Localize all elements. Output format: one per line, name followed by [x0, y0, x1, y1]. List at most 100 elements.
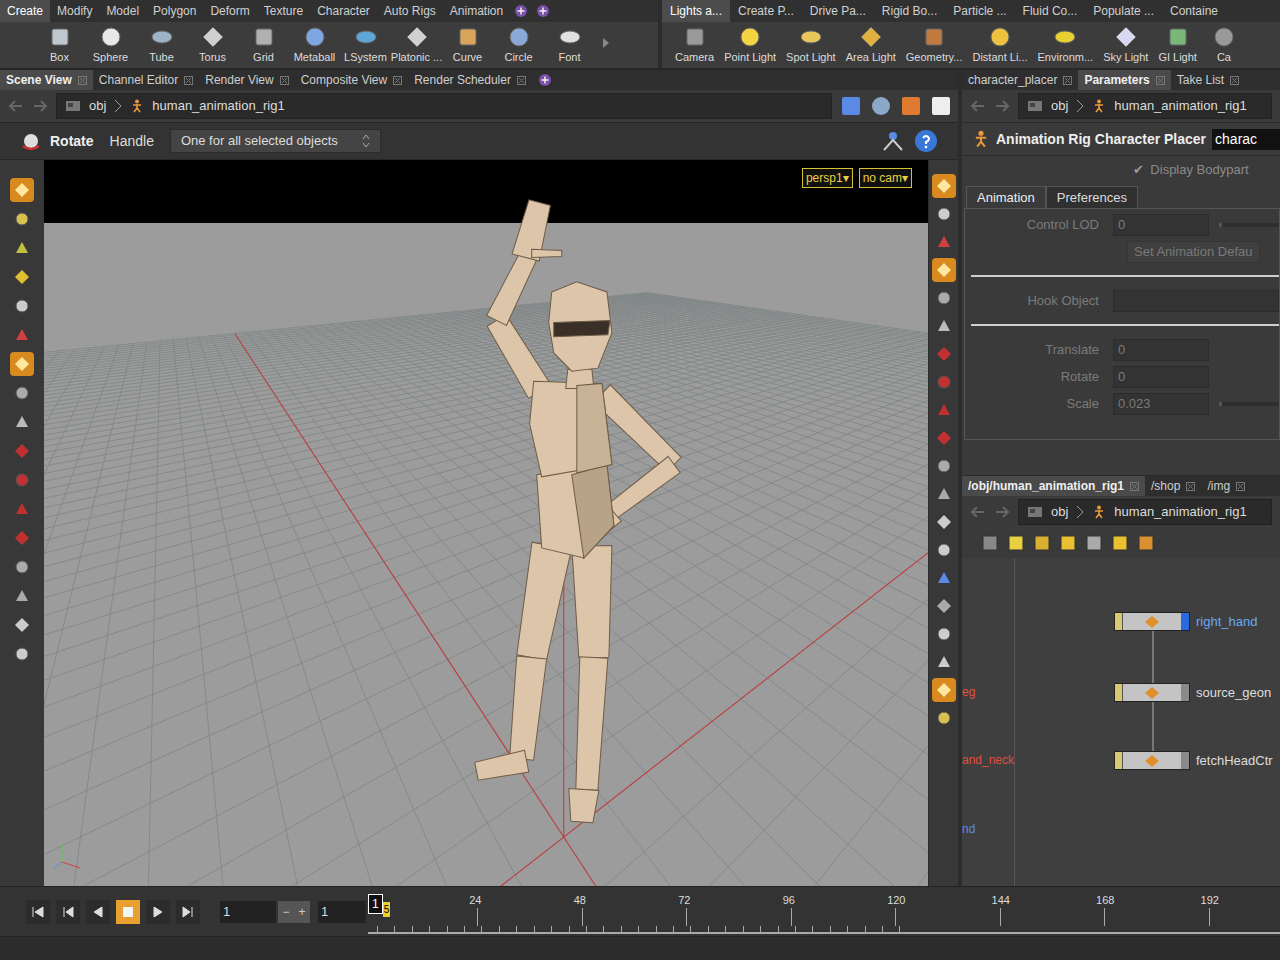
toolbar-button[interactable]: [10, 613, 34, 637]
toolbar-button[interactable]: [932, 706, 956, 730]
toolbar-button[interactable]: [932, 678, 956, 702]
pane-tab[interactable]: /img: [1201, 476, 1251, 496]
toolbar-button[interactable]: [932, 482, 956, 506]
toolbar-button[interactable]: [10, 584, 34, 608]
pane-tab[interactable]: Take List: [1171, 70, 1245, 90]
node-name-field[interactable]: charac: [1212, 129, 1280, 150]
handle-dropdown[interactable]: One for all selected objects: [170, 129, 381, 153]
shelf-tab[interactable]: Model: [99, 0, 146, 22]
shelf-tab[interactable]: Auto Rigs: [377, 0, 443, 22]
network-tool-icon[interactable]: [982, 535, 998, 551]
shelf-tool[interactable]: Point Light: [719, 25, 781, 66]
path-field[interactable]: objhuman_animation_rig1: [56, 93, 832, 119]
close-icon[interactable]: [393, 76, 402, 85]
increment-button[interactable]: +: [294, 901, 310, 923]
shelf-tool[interactable]: Circle: [493, 25, 544, 66]
pane-tab[interactable]: /shop: [1145, 476, 1201, 496]
shelf-tool[interactable]: Torus: [187, 25, 238, 66]
node-label[interactable]: and_neck: [962, 751, 1014, 769]
param-field[interactable]: 0: [1113, 214, 1209, 236]
camera-menu[interactable]: persp1▾: [802, 168, 853, 188]
shelf-tab[interactable]: Modify: [50, 0, 99, 22]
close-icon[interactable]: [1063, 76, 1072, 85]
param-field[interactable]: 0.023: [1113, 393, 1209, 415]
playback-button[interactable]: [56, 900, 80, 924]
add-tab-icon[interactable]: [536, 4, 550, 18]
close-icon[interactable]: [1236, 482, 1245, 491]
toolbar-button[interactable]: [932, 594, 956, 618]
shelf-tab[interactable]: Polygon: [146, 0, 203, 22]
toolbar-button[interactable]: [10, 294, 34, 318]
shelf-tab[interactable]: Particle ...: [945, 0, 1014, 22]
shelf-tab[interactable]: Create P...: [730, 0, 802, 22]
param-tab[interactable]: Preferences: [1046, 186, 1138, 208]
toolbar-button[interactable]: [932, 286, 956, 310]
shelf-tool[interactable]: Distant Li...: [967, 25, 1032, 66]
shelf-tab[interactable]: Containe: [1162, 0, 1226, 22]
pane-tab[interactable]: Composite View: [295, 70, 408, 90]
toolbar-button[interactable]: [10, 381, 34, 405]
shelf-tool[interactable]: Box: [34, 25, 85, 66]
close-icon[interactable]: [1186, 482, 1195, 491]
toolbar-button[interactable]: [10, 439, 34, 463]
shelf-tool[interactable]: Camera: [670, 25, 719, 66]
shelf-tool[interactable]: Metaball: [289, 25, 340, 66]
toolbar-button[interactable]: [10, 178, 34, 202]
toolbar-button[interactable]: [932, 454, 956, 478]
shelf-tool[interactable]: Area Light: [841, 25, 901, 66]
node-label[interactable]: nd: [962, 820, 975, 838]
network-tool-icon[interactable]: [1112, 535, 1128, 551]
path-node[interactable]: human_animation_rig1: [1114, 96, 1246, 116]
close-icon[interactable]: [517, 76, 526, 85]
shelf-tool[interactable]: Font: [544, 25, 595, 66]
view-option-icon[interactable]: [840, 95, 862, 117]
shelf-tab[interactable]: Drive Pa...: [802, 0, 874, 22]
help-icon[interactable]: [914, 129, 938, 153]
shelf-tab[interactable]: Deform: [203, 0, 256, 22]
add-tab-icon[interactable]: [538, 73, 552, 87]
param-field[interactable]: 0: [1113, 366, 1209, 388]
back-icon[interactable]: [8, 100, 24, 112]
network-tool-icon[interactable]: [1138, 535, 1154, 551]
toolbar-button[interactable]: [932, 202, 956, 226]
toolbar-button[interactable]: [10, 526, 34, 550]
node-label[interactable]: eg: [962, 683, 975, 701]
pane-tab[interactable]: /obj/human_animation_rig1: [962, 476, 1145, 496]
toolbar-button[interactable]: [932, 650, 956, 674]
shelf-tool[interactable]: Spot Light: [781, 25, 841, 66]
shelf-tool[interactable]: Geometry...: [901, 25, 968, 66]
network-tool-icon[interactable]: [1086, 535, 1102, 551]
network-node[interactable]: fetchHeadCtr: [1114, 751, 1273, 771]
toolbar-button[interactable]: [932, 342, 956, 366]
pane-tab[interactable]: Render Scheduler: [408, 70, 532, 90]
shelf-tab[interactable]: Create: [0, 0, 50, 22]
network-node[interactable]: source_geon: [1114, 683, 1271, 703]
viewport-canvas[interactable]: [44, 160, 928, 886]
back-icon[interactable]: [970, 100, 986, 112]
toolbar-button[interactable]: [10, 555, 34, 579]
shelf-tab[interactable]: Rigid Bo...: [874, 0, 945, 22]
decrement-button[interactable]: −: [278, 901, 294, 923]
pane-tab[interactable]: Scene View: [0, 70, 93, 90]
shelf-tool[interactable]: Tube: [136, 25, 187, 66]
playback-button[interactable]: [86, 900, 110, 924]
shelf-tab[interactable]: Populate ...: [1085, 0, 1162, 22]
toolbar-button[interactable]: [10, 468, 34, 492]
close-icon[interactable]: [184, 76, 193, 85]
forward-icon[interactable]: [32, 100, 48, 112]
toolbar-button[interactable]: [10, 497, 34, 521]
toolbar-button[interactable]: [932, 538, 956, 562]
toolbar-button[interactable]: [932, 426, 956, 450]
playback-button[interactable]: [116, 900, 140, 924]
param-field[interactable]: [1113, 290, 1279, 312]
shelf-tool[interactable]: GI Light: [1153, 25, 1202, 66]
view-camera-menu[interactable]: no cam▾: [859, 168, 912, 188]
toolbar-button[interactable]: [932, 230, 956, 254]
pane-tab[interactable]: Parameters: [1078, 70, 1170, 90]
toolbar-button[interactable]: [10, 642, 34, 666]
close-icon[interactable]: [1130, 482, 1139, 491]
pane-tab[interactable]: character_placer: [962, 70, 1078, 90]
toolbar-button[interactable]: [932, 314, 956, 338]
toolbar-button[interactable]: [932, 566, 956, 590]
network-tool-icon[interactable]: [1008, 535, 1024, 551]
